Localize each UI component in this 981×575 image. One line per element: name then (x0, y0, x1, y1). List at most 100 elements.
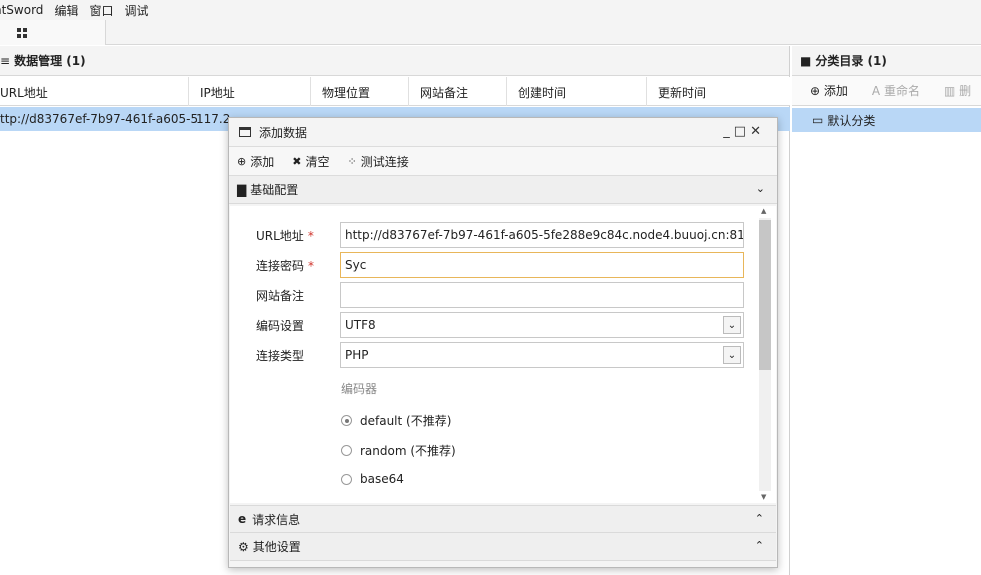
add-button-label: 添加 (250, 154, 275, 169)
plus-circle-icon: ⊕ (810, 84, 821, 98)
dialog-title: 添加数据 (259, 125, 308, 140)
encoder-random-label: random (不推荐) (360, 444, 456, 458)
scrollbar-thumb[interactable] (759, 220, 771, 370)
window-icon (239, 127, 251, 137)
plus-circle-icon: ⊕ (237, 154, 247, 168)
type-label: 连接类型 (256, 349, 305, 363)
maximize-icon[interactable]: □ (734, 124, 750, 139)
chevron-down-icon: ⌄ (755, 182, 765, 195)
encoder-default-radio[interactable]: default (不推荐) (341, 412, 451, 429)
radio-icon (341, 445, 352, 456)
encoding-label: 编码设置 (256, 319, 305, 333)
note-input[interactable] (340, 282, 744, 308)
basic-config-form: URL地址 * http://d83767ef-7b97-461f-a605-5f… (230, 206, 776, 503)
col-location[interactable]: 物理位置 (322, 84, 370, 101)
test-connection-button[interactable]: ⁘ 测试连接 (347, 153, 408, 170)
tab-bar (0, 20, 981, 45)
category-header: ■ 分类目录 (1) (792, 46, 981, 76)
request-info-title: 请求信息 (252, 512, 301, 527)
category-toolbar: ⊕ 添加 A 重命名 ▥ 删 (792, 76, 981, 106)
category-title: 分类目录 (1) (815, 54, 887, 68)
category-rename-button[interactable]: A 重命名 (872, 82, 920, 99)
menu-bar: ntSword 编辑 窗口 调试 (0, 0, 981, 20)
collapsed-sections: e 请求信息 ⌃ ⚙ 其他设置 ⌃ (230, 505, 776, 561)
row-url: ttp://d83767ef-7b97-461f-a605-5 (0, 112, 199, 126)
list-icon: ≡ (0, 53, 11, 68)
add-button[interactable]: ⊕ 添加 (237, 153, 274, 170)
tab-home[interactable] (0, 20, 106, 45)
dialog-toolbar: ⊕ 添加 ✖ 清空 ⁘ 测试连接 (229, 146, 777, 176)
add-data-dialog: 添加数据 _□✕ ⊕ 添加 ✖ 清空 ⁘ 测试连接 ▇ 基础配置 ⌄ URL地址… (228, 117, 778, 568)
type-row: 连接类型 PHP ⌄ (230, 342, 750, 368)
request-info-header[interactable]: e 请求信息 ⌃ (230, 505, 776, 533)
category-item-default[interactable]: ▭ 默认分类 (792, 108, 981, 132)
data-management-title: 数据管理 (1) (14, 54, 86, 68)
clear-button-label: 清空 (305, 154, 330, 169)
url-row: URL地址 * http://d83767ef-7b97-461f-a605-5f… (230, 222, 750, 248)
folder-outline-icon: ▭ (812, 113, 824, 127)
encoder-random-radio[interactable]: random (不推荐) (341, 442, 456, 459)
menu-debug[interactable]: 调试 (124, 2, 148, 19)
folder-icon: ■ (800, 53, 812, 68)
form-scrollbar[interactable]: ▲ ▼ (756, 206, 771, 503)
table-header: URL地址 IP地址 物理位置 网站备注 创建时间 更新时间 (0, 77, 790, 106)
minimize-icon[interactable]: _ (723, 124, 734, 139)
password-row: 连接密码 * Syc (230, 252, 750, 278)
close-icon[interactable]: ✕ (750, 124, 765, 139)
menu-window[interactable]: 窗口 (89, 2, 113, 19)
col-note[interactable]: 网站备注 (420, 84, 468, 101)
menu-app[interactable]: ntSword (0, 3, 43, 17)
col-url[interactable]: URL地址 (0, 84, 48, 101)
encoding-value: UTF8 (345, 318, 376, 332)
type-value: PHP (345, 348, 369, 362)
note-label: 网站备注 (256, 289, 305, 303)
category-rename-label: 重命名 (883, 84, 920, 98)
row-ip: 117.2 (196, 112, 231, 126)
category-delete-button[interactable]: ▥ 删 (944, 82, 971, 99)
category-item-label: 默认分类 (827, 113, 876, 128)
encoding-row: 编码设置 UTF8 ⌄ (230, 312, 750, 338)
col-ip[interactable]: IP地址 (200, 84, 235, 101)
category-add-label: 添加 (823, 84, 848, 98)
file-icon: ▇ (237, 182, 247, 197)
scroll-up-icon[interactable]: ▲ (761, 207, 766, 215)
password-input[interactable]: Syc (340, 252, 744, 278)
spinner-icon: ⁘ (347, 154, 357, 168)
menu-edit[interactable]: 编辑 (54, 2, 78, 19)
chevron-up-icon: ⌃ (754, 512, 764, 525)
encoder-base64-label: base64 (360, 472, 404, 486)
scroll-down-icon[interactable]: ▼ (761, 493, 766, 501)
test-connection-label: 测试连接 (360, 154, 409, 169)
window-controls: _□✕ (723, 124, 765, 139)
data-management-header: ≡ 数据管理 (1) (0, 46, 789, 76)
grid-icon (16, 27, 27, 38)
col-created[interactable]: 创建时间 (518, 84, 566, 101)
clear-button[interactable]: ✖ 清空 (292, 153, 329, 170)
x-icon: ✖ (292, 154, 302, 168)
password-label: 连接密码 * (256, 259, 315, 273)
url-label: URL地址 * (256, 229, 314, 243)
col-updated[interactable]: 更新时间 (658, 84, 706, 101)
type-select[interactable]: PHP ⌄ (340, 342, 744, 368)
encoder-base64-radio[interactable]: base64 (341, 472, 404, 486)
chevron-down-icon[interactable]: ⌄ (723, 316, 741, 334)
category-delete-label: 删 (959, 84, 972, 98)
encoder-label: 编码器 (341, 382, 378, 396)
cogs-icon: ⚙ (238, 539, 249, 554)
encoder-default-label: default (不推荐) (360, 414, 452, 428)
url-input[interactable]: http://d83767ef-7b97-461f-a605-5fe288e9c… (340, 222, 744, 248)
category-add-button[interactable]: ⊕ 添加 (810, 82, 848, 99)
font-icon: A (871, 84, 881, 98)
basic-config-header[interactable]: ▇ 基础配置 ⌄ (229, 176, 777, 204)
ie-icon: e (238, 512, 247, 526)
basic-config-title: 基础配置 (250, 183, 299, 197)
encoding-select[interactable]: UTF8 ⌄ (340, 312, 744, 338)
dialog-titlebar[interactable]: 添加数据 _□✕ (229, 118, 777, 146)
radio-icon (341, 473, 352, 485)
other-settings-header[interactable]: ⚙ 其他设置 ⌃ (230, 533, 776, 561)
other-settings-title: 其他设置 (252, 540, 301, 554)
note-row: 网站备注 (230, 282, 750, 308)
category-panel: ■ 分类目录 (1) ⊕ 添加 A 重命名 ▥ 删 ▭ 默认分类 (792, 46, 981, 575)
trash-icon: ▥ (943, 84, 956, 98)
chevron-down-icon[interactable]: ⌄ (723, 346, 741, 364)
